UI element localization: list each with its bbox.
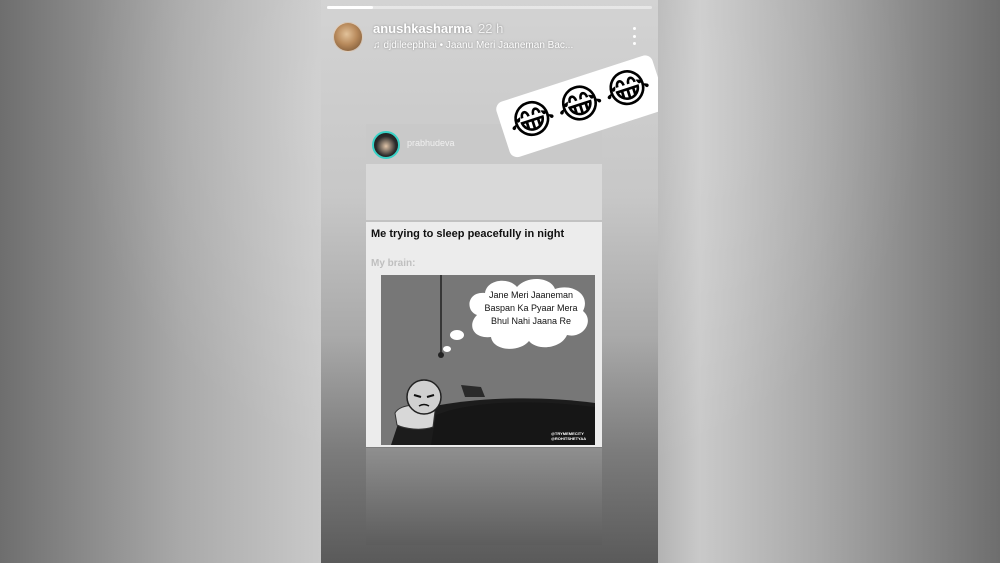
username[interactable]: anushkasharma [373, 21, 472, 36]
story-progress-bar [327, 6, 652, 9]
avatar[interactable] [333, 22, 363, 52]
more-vertical-icon [632, 27, 636, 30]
meme-illustration: Jane Meri Jaaneman Baspan Ka Pyaar Mera … [381, 275, 595, 445]
meme-title: Me trying to sleep peacefully in night [371, 228, 565, 240]
meme-image: Me trying to sleep peacefully in night M… [366, 222, 602, 447]
music-note-icon: ♫ [373, 40, 381, 51]
music-text: djdileepbhai • Jaanu Meri Jaaneman Bac..… [383, 40, 574, 51]
shared-post-avatar [372, 131, 400, 159]
meme-watermark: @TRYMEMECITY @ROHITSHETYAA [551, 431, 587, 441]
meme-bottom-area [366, 448, 602, 545]
music-attribution[interactable]: ♫ djdileepbhai • Jaanu Meri Jaaneman Bac.… [373, 40, 573, 51]
shared-post-username: prabhudeva [407, 138, 455, 148]
story-progress-fill [327, 6, 373, 9]
story-viewer[interactable]: anushkasharma 22 h ♫ djdileepbhai • Jaanu… [321, 0, 658, 563]
thought-bubble-text: Jane Meri Jaaneman Baspan Ka Pyaar Mera … [484, 290, 578, 326]
meme-subtitle: My brain: [371, 258, 416, 269]
post-time: 22 h [478, 21, 504, 36]
